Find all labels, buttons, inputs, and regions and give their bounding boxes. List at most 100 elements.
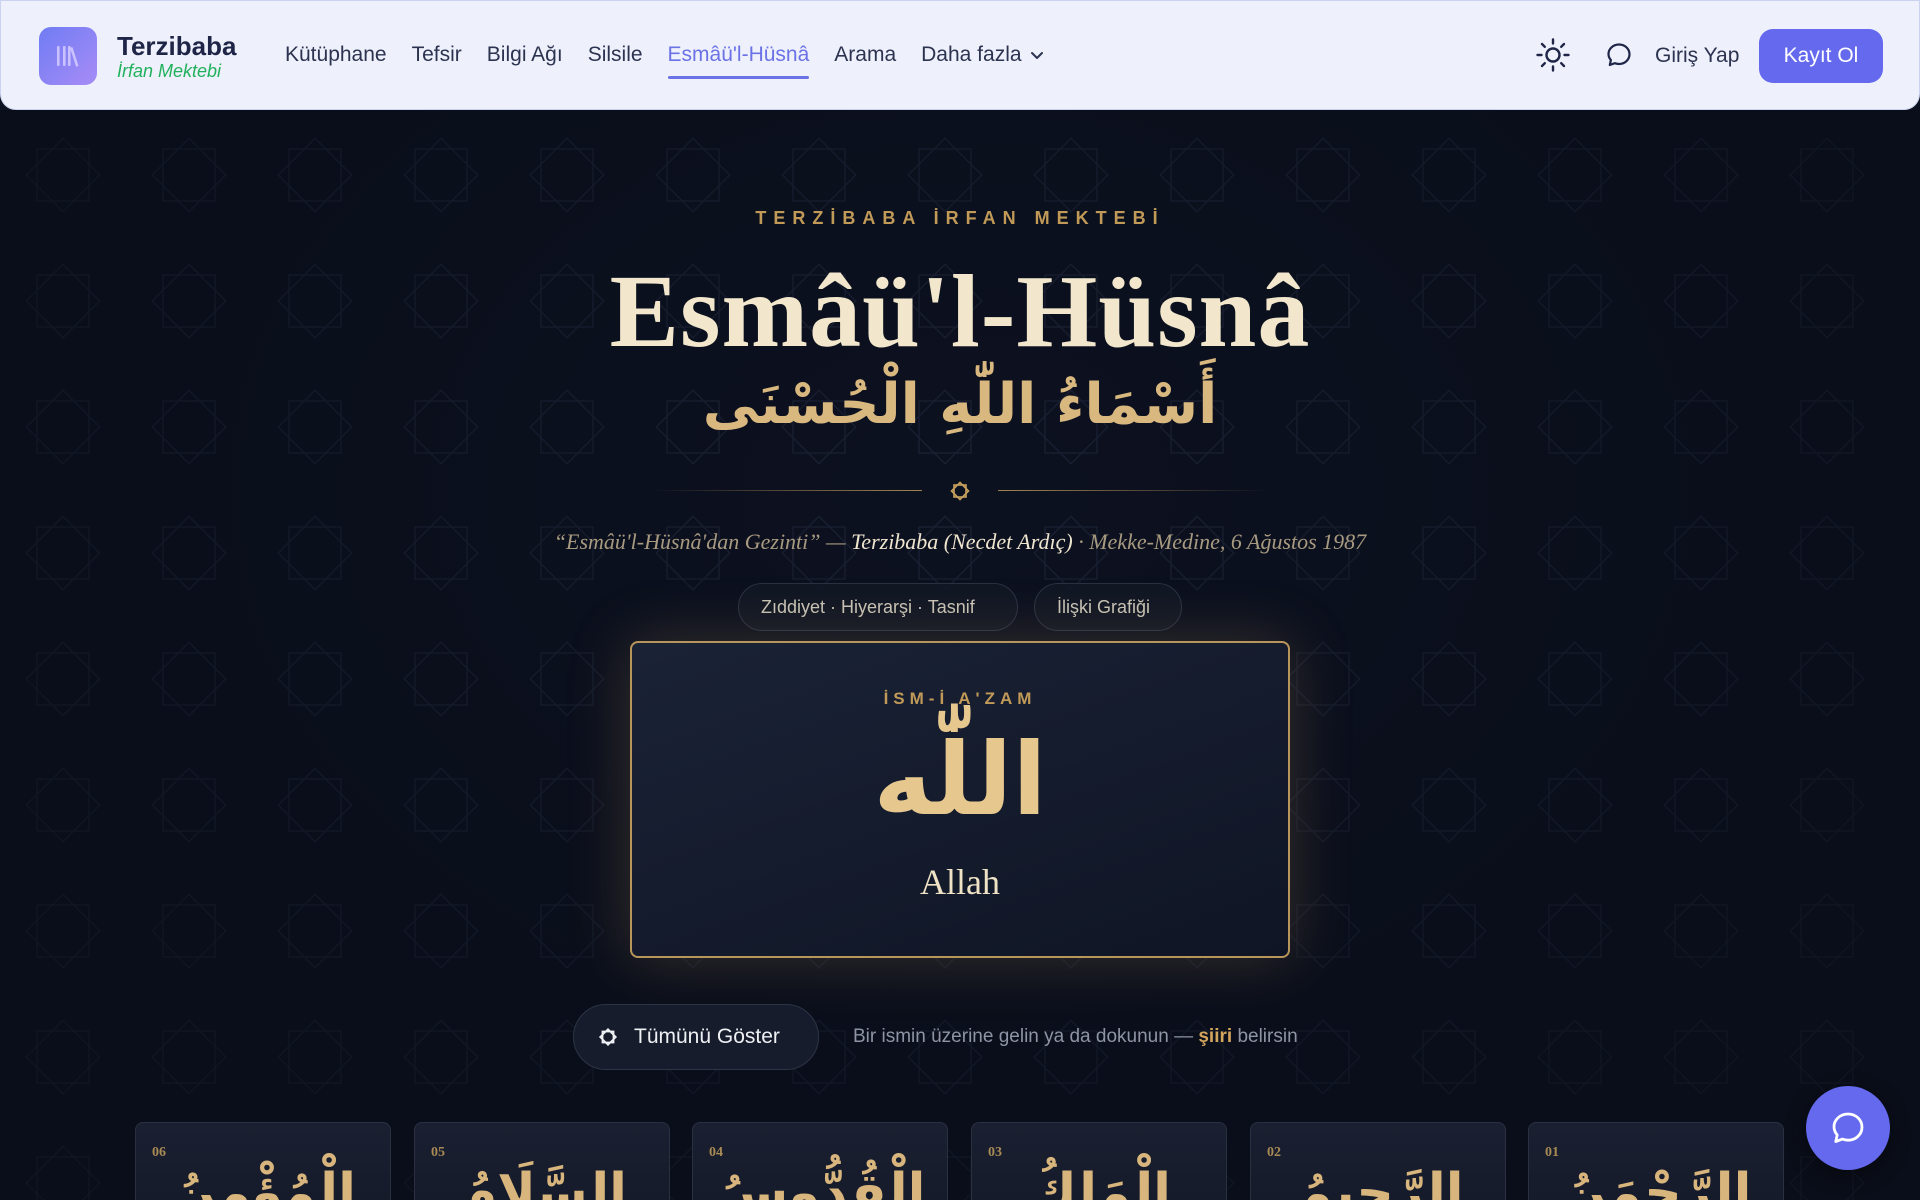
hint-text-after: belirsin xyxy=(1237,1026,1298,1047)
nav-item-tefsir[interactable]: Tefsir xyxy=(412,43,462,67)
pattern-tile xyxy=(1663,641,1739,717)
pattern-tile xyxy=(1663,767,1739,843)
pattern-tile xyxy=(1285,767,1361,843)
pattern-tile xyxy=(529,137,605,213)
chevron-down-icon xyxy=(1030,52,1043,60)
pattern-tile xyxy=(1663,137,1739,213)
pattern-tile xyxy=(1537,893,1613,969)
hierarchy-chip[interactable]: Zıddiyet · Hiyerarşi · Tasnif xyxy=(738,583,1018,631)
pattern-tile xyxy=(529,767,605,843)
pattern-tile xyxy=(151,641,227,717)
login-link[interactable]: Giriş Yap xyxy=(1655,44,1739,68)
name-arabic: الْمَلِكُ xyxy=(1029,1163,1171,1200)
pattern-tile xyxy=(151,1019,227,1095)
pattern-tile xyxy=(781,137,857,213)
divider-line-left xyxy=(652,490,922,491)
pattern-tile xyxy=(1537,137,1613,213)
nav-item-bilgi-agi[interactable]: Bilgi Ağı xyxy=(487,43,563,67)
ism-i-azam-card[interactable]: İSM-İ A'ZAM اللّٰه Allah xyxy=(630,641,1290,958)
pattern-tile xyxy=(403,137,479,213)
chat-bubble-icon xyxy=(1832,1112,1864,1143)
pattern-tile xyxy=(1537,641,1613,717)
pattern-tile xyxy=(529,893,605,969)
pattern-tile xyxy=(1789,641,1865,717)
pattern-tile xyxy=(151,893,227,969)
pattern-tile xyxy=(1789,1019,1865,1095)
nav-item-silsile[interactable]: Silsile xyxy=(588,43,643,67)
theme-toggle-button[interactable] xyxy=(1535,37,1571,73)
citation-place: · Mekke-Medine, 6 Ağustos 1987 xyxy=(1078,529,1367,554)
nav-item-esmaul-husna[interactable]: Esmâü'l-Hüsnâ xyxy=(667,43,809,79)
top-navbar: Terzibaba İrfan Mektebi Kütüphane Tefsir… xyxy=(0,0,1920,110)
hint-text-strong: şiiri xyxy=(1198,1026,1233,1047)
chat-fab-button[interactable] xyxy=(1806,1086,1890,1170)
nav-item-kutuphane[interactable]: Kütüphane xyxy=(285,43,387,67)
pattern-tile xyxy=(277,767,353,843)
sun-icon xyxy=(1536,38,1570,72)
allah-arabic: اللّٰه xyxy=(873,721,1047,838)
name-number: 01 xyxy=(1545,1145,1559,1160)
pattern-tile xyxy=(277,137,353,213)
signup-button[interactable]: Kayıt Ol xyxy=(1759,29,1883,83)
pattern-tile xyxy=(1663,1019,1739,1095)
brand-logo[interactable] xyxy=(39,27,97,85)
name-arabic: الْمُؤْمِنُ xyxy=(172,1163,356,1200)
nav-item-arama[interactable]: Arama xyxy=(834,43,896,67)
name-card[interactable]: 04 الْقُدُّوسُ xyxy=(692,1122,948,1200)
pattern-tile xyxy=(1411,893,1487,969)
pattern-tile xyxy=(277,1019,353,1095)
pattern-tile xyxy=(1033,137,1109,213)
name-card[interactable]: 06 الْمُؤْمِنُ xyxy=(135,1122,391,1200)
divider-line-right xyxy=(998,490,1268,491)
pattern-tile xyxy=(403,893,479,969)
name-card[interactable]: 05 السَّلَامُ xyxy=(414,1122,670,1200)
pattern-tile xyxy=(1285,641,1361,717)
chat-bubble-icon xyxy=(1607,43,1631,67)
show-all-button[interactable]: Tümünü Göster xyxy=(573,1004,819,1070)
messages-button[interactable] xyxy=(1605,41,1633,69)
page-title: Esmâü'l-Hüsnâ xyxy=(609,254,1311,369)
ism-i-azam-label: İSM-İ A'ZAM xyxy=(883,689,1037,708)
pattern-tile xyxy=(655,137,731,213)
pattern-tile xyxy=(1411,1019,1487,1095)
brand-title[interactable]: Terzibaba xyxy=(117,31,236,62)
hint-text-before: Bir ismin üzerine gelin ya da dokunun — xyxy=(853,1026,1194,1047)
pattern-tile xyxy=(25,641,101,717)
name-card[interactable]: 02 الرَّحِيمُ xyxy=(1250,1122,1506,1200)
nav-item-daha-fazla[interactable]: Daha fazla xyxy=(921,43,1043,67)
name-card[interactable]: 01 الرَّحْمَنُ xyxy=(1528,1122,1784,1200)
name-number: 03 xyxy=(988,1145,1002,1160)
pattern-tile xyxy=(25,1019,101,1095)
pattern-tile xyxy=(1285,893,1361,969)
hero-arabic-title: أَسْمَاءُ اللّٰهِ الْحُسْنَى xyxy=(702,372,1218,437)
citation-quote: “Esmâü'l-Hüsnâ'dan Gezinti” — xyxy=(553,529,846,554)
pattern-tile xyxy=(25,893,101,969)
pattern-tile xyxy=(529,641,605,717)
pattern-tile xyxy=(403,641,479,717)
pattern-tile xyxy=(1159,137,1235,213)
name-card[interactable]: 03 الْمَلِكُ xyxy=(971,1122,1227,1200)
show-all-label: Tümünü Göster xyxy=(634,1025,780,1048)
pattern-tile xyxy=(1411,137,1487,213)
pattern-tile xyxy=(1285,137,1361,213)
citation-author: Terzibaba (Necdet Ardıç) xyxy=(851,529,1073,554)
pattern-tile xyxy=(151,767,227,843)
pattern-tile xyxy=(151,137,227,213)
pattern-tile xyxy=(1789,137,1865,213)
pattern-tile xyxy=(25,137,101,213)
source-citation: “Esmâü'l-Hüsnâ'dan Gezinti” — Terzibaba … xyxy=(0,529,1920,555)
brand-subtitle: İrfan Mektebi xyxy=(117,61,222,81)
name-number: 04 xyxy=(709,1145,723,1160)
hero-eyebrow: TERZİBABA İRFAN MEKTEBİ xyxy=(755,208,1165,228)
pattern-tile xyxy=(25,767,101,843)
ornament-divider xyxy=(652,481,1268,501)
nav-item-daha-fazla-label: Daha fazla xyxy=(921,43,1022,66)
pattern-tile xyxy=(907,137,983,213)
relation-graph-chip[interactable]: İlişki Grafiği xyxy=(1034,583,1182,631)
pattern-tile xyxy=(403,1019,479,1095)
pattern-tile xyxy=(1411,641,1487,717)
main-nav: Kütüphane Tefsir Bilgi Ağı Silsile Esmâü… xyxy=(285,43,1069,79)
pattern-tile xyxy=(1537,1019,1613,1095)
books-icon xyxy=(57,46,79,67)
pattern-tile xyxy=(277,641,353,717)
